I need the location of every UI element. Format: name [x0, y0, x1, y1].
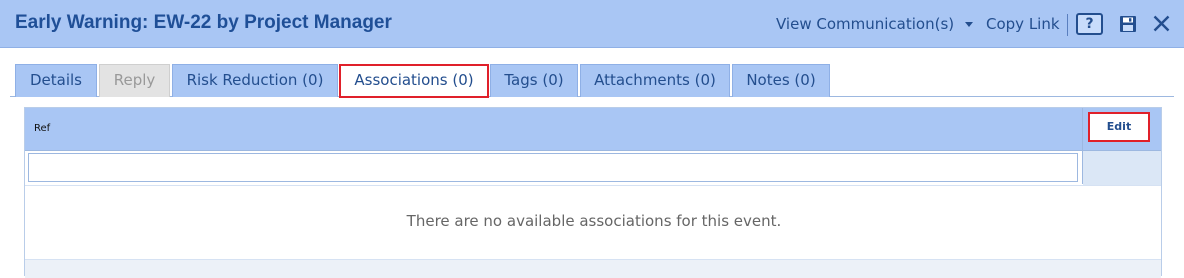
grid-header: Ref Edit	[25, 108, 1161, 151]
ref-filter-input[interactable]	[28, 153, 1078, 182]
tab-risk-reduction[interactable]: Risk Reduction (0)	[172, 64, 338, 97]
tab-attachments[interactable]: Attachments (0)	[580, 64, 730, 97]
tab-details[interactable]: Details	[15, 64, 97, 97]
filter-cell-actions	[1083, 151, 1161, 185]
save-icon[interactable]	[1119, 15, 1137, 33]
window-title: Early Warning: EW-22 by Project Manager	[15, 12, 392, 33]
column-header-ref[interactable]: Ref	[34, 123, 50, 134]
tab-notes[interactable]: Notes (0)	[732, 64, 830, 97]
close-icon[interactable]	[1152, 14, 1171, 33]
window-header: Early Warning: EW-22 by Project Manager …	[0, 0, 1184, 48]
caret-down-icon[interactable]	[965, 22, 973, 27]
tab-associations[interactable]: Associations (0)	[339, 64, 489, 98]
empty-state-message: There are no available associations for …	[406, 212, 782, 230]
associations-grid: Ref Edit There are no available associat…	[24, 107, 1162, 278]
copy-link[interactable]: Copy Link	[986, 15, 1060, 33]
column-divider	[1082, 108, 1083, 184]
help-icon[interactable]: ?	[1076, 13, 1103, 35]
edit-button[interactable]: Edit	[1088, 112, 1150, 142]
tab-reply: Reply	[99, 64, 170, 97]
view-communications-link[interactable]: View Communication(s)	[776, 15, 954, 33]
grid-footer	[25, 259, 1161, 278]
filter-row	[25, 151, 1161, 186]
tab-tags[interactable]: Tags (0)	[490, 64, 578, 97]
header-separator	[1067, 14, 1068, 36]
